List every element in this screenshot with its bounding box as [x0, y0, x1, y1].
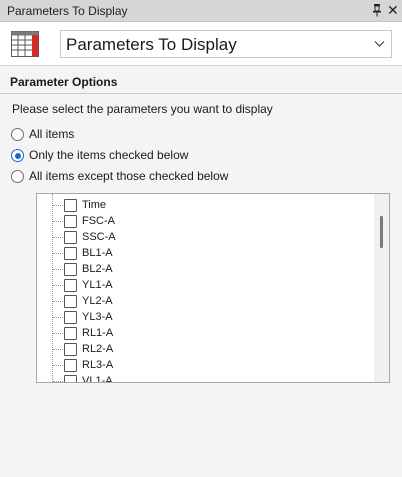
- list-item[interactable]: YL1-A: [37, 277, 367, 293]
- pin-icon[interactable]: [372, 3, 382, 17]
- parameter-label: YL2-A: [82, 295, 113, 307]
- section-header: Parameter Options: [0, 70, 402, 92]
- parameter-label: RL2-A: [82, 343, 114, 355]
- combo-value: Parameters To Display: [66, 35, 237, 54]
- parameter-list[interactable]: Time FSC-A SSC-A BL1-A BL2-A YL1-A YL2-A…: [36, 193, 390, 383]
- parameter-label: Time: [82, 199, 107, 211]
- header-bar: Parameters To Display: [0, 22, 402, 66]
- list-item[interactable]: RL2-A: [37, 341, 367, 357]
- section-divider: [0, 93, 402, 94]
- section-title: Parameter Options: [10, 75, 118, 89]
- window-titlebar: Parameters To Display ✕: [0, 0, 402, 22]
- list-item[interactable]: VL1-A: [37, 373, 367, 383]
- parameter-label: RL1-A: [82, 327, 114, 339]
- radio-button[interactable]: [11, 170, 24, 183]
- parameter-label: YL1-A: [82, 279, 113, 291]
- chevron-down-icon[interactable]: [374, 40, 385, 48]
- parameter-label: FSC-A: [82, 215, 115, 227]
- checkbox[interactable]: [64, 311, 77, 324]
- list-item[interactable]: SSC-A: [37, 229, 367, 245]
- list-item[interactable]: FSC-A: [37, 213, 367, 229]
- table-grid-icon: [11, 31, 39, 57]
- checkbox[interactable]: [64, 199, 77, 212]
- checkbox[interactable]: [64, 295, 77, 308]
- checkbox[interactable]: [64, 343, 77, 356]
- parameter-label: RL3-A: [82, 359, 114, 371]
- parameter-label: VL1-A: [82, 375, 113, 383]
- parameter-label: SSC-A: [82, 231, 116, 243]
- checkbox[interactable]: [64, 247, 77, 260]
- radio-label: All items: [29, 127, 75, 141]
- checkbox[interactable]: [64, 279, 77, 292]
- list-item[interactable]: BL1-A: [37, 245, 367, 261]
- list-scrollbar[interactable]: [374, 194, 389, 382]
- radio-label: All items except those checked below: [29, 169, 229, 183]
- checkbox[interactable]: [64, 231, 77, 244]
- list-item[interactable]: Time: [37, 197, 367, 213]
- radio-button[interactable]: [11, 128, 24, 141]
- list-item[interactable]: YL3-A: [37, 309, 367, 325]
- list-item[interactable]: YL2-A: [37, 293, 367, 309]
- radio-button[interactable]: [11, 149, 24, 162]
- parameter-label: YL3-A: [82, 311, 113, 323]
- instructions-text: Please select the parameters you want to…: [12, 102, 273, 116]
- list-item[interactable]: RL3-A: [37, 357, 367, 373]
- checkbox[interactable]: [64, 375, 77, 382]
- checkbox[interactable]: [64, 215, 77, 228]
- checkbox[interactable]: [64, 359, 77, 372]
- checkbox[interactable]: [64, 263, 77, 276]
- parameter-label: BL1-A: [82, 247, 113, 259]
- close-icon[interactable]: ✕: [387, 1, 399, 19]
- list-item[interactable]: BL2-A: [37, 261, 367, 277]
- window-title: Parameters To Display: [7, 4, 128, 18]
- list-item[interactable]: RL1-A: [37, 325, 367, 341]
- parameter-label: BL2-A: [82, 263, 113, 275]
- radio-label: Only the items checked below: [29, 148, 189, 162]
- checkbox[interactable]: [64, 327, 77, 340]
- scroll-thumb[interactable]: [380, 216, 383, 248]
- view-selector-combo[interactable]: Parameters To Display: [60, 30, 392, 58]
